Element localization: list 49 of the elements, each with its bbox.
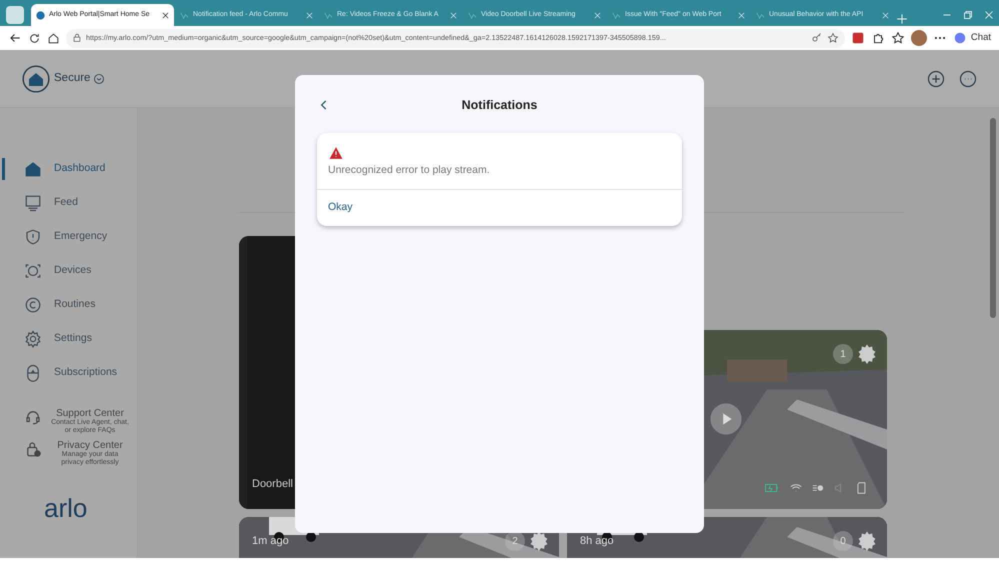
play-icon[interactable]	[709, 402, 743, 436]
sidebar-item[interactable]: Routines	[0, 288, 137, 322]
new-tab-icon[interactable]	[895, 12, 909, 26]
close-icon[interactable]	[161, 10, 170, 20]
help-title: Support Center	[55, 408, 124, 419]
monitor-icon	[24, 194, 42, 212]
mode-selector[interactable]: Secure	[54, 70, 106, 88]
sidebar-item[interactable]: Settings	[0, 322, 137, 356]
reload-icon[interactable]	[28, 32, 41, 44]
okay-button[interactable]: Okay	[317, 188, 682, 226]
settings-icon[interactable]	[857, 531, 877, 551]
error-message: Unrecognized error to play stream.	[328, 163, 491, 178]
camera-icon	[24, 262, 42, 280]
site-icon	[35, 10, 46, 20]
sidebar-item[interactable]: Subscriptions	[0, 356, 137, 390]
chevron-down-icon	[93, 72, 106, 84]
restore-icon[interactable]	[962, 9, 974, 21]
sidebar-item[interactable]: Devices	[0, 254, 137, 288]
star-icon[interactable]	[826, 32, 839, 44]
arlo-logo: arlo	[44, 494, 88, 521]
help-title: Privacy Center	[56, 440, 124, 452]
extension-icon[interactable]	[850, 31, 865, 45]
avatar[interactable]	[910, 30, 927, 46]
chat-button[interactable]: Chat	[952, 30, 991, 46]
lock-icon	[24, 440, 42, 458]
tab-actions-button[interactable]	[6, 6, 24, 24]
sidebar-item[interactable]: Emergency	[0, 220, 137, 254]
sidebar-item[interactable]: Dashboard	[0, 152, 137, 186]
copilot-icon	[952, 31, 967, 45]
home-mode-icon[interactable]	[22, 64, 50, 92]
event-count: 1	[833, 344, 853, 364]
camera-name: Doorbell	[252, 476, 293, 492]
headset-icon	[24, 408, 42, 426]
settings-icon[interactable]	[857, 344, 877, 364]
home-icon	[24, 160, 42, 178]
home-icon[interactable]	[47, 32, 60, 44]
more-icon[interactable]	[959, 70, 977, 88]
sidebar-item[interactable]: Feed	[0, 186, 137, 220]
time-label: 8h ago	[580, 534, 614, 549]
time-label: 1m ago	[252, 534, 289, 549]
scrollbar[interactable]	[990, 118, 996, 318]
event-count: 0	[833, 531, 853, 551]
add-icon[interactable]	[927, 70, 945, 88]
dialog-title: Notifications	[462, 96, 538, 114]
warning-icon	[328, 146, 344, 160]
settings-icon	[24, 330, 42, 348]
lock-icon	[72, 33, 82, 43]
favorites-icon[interactable]	[890, 31, 905, 45]
key-icon[interactable]	[810, 32, 823, 44]
